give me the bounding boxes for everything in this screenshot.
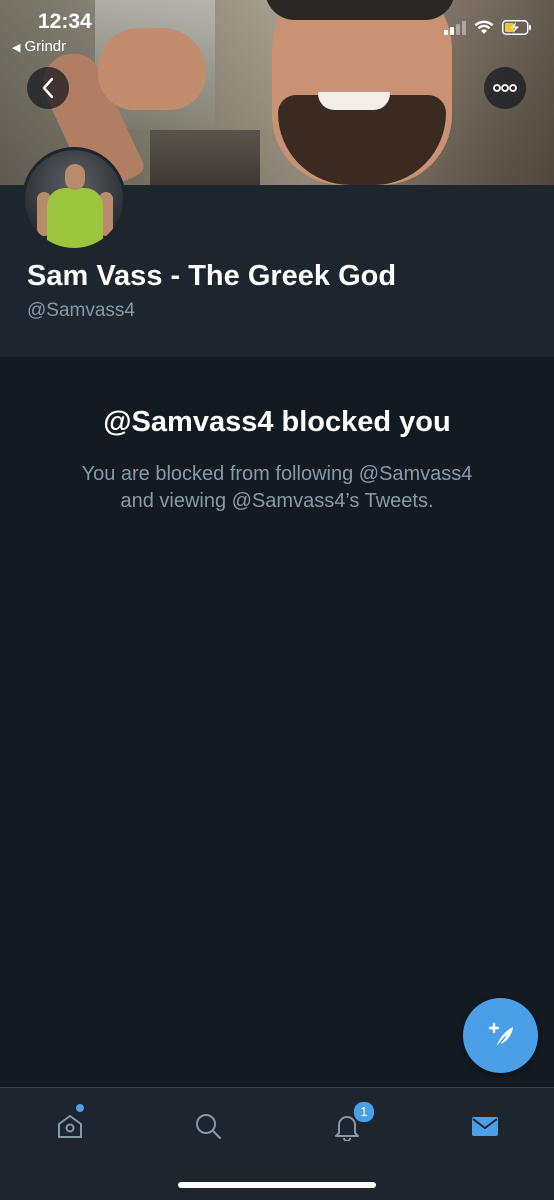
notifications-badge: 1 [353, 1101, 375, 1123]
envelope-icon [472, 1117, 498, 1136]
status-icons [444, 20, 532, 35]
wifi-icon [474, 20, 494, 34]
tab-search[interactable] [186, 1104, 230, 1148]
ellipsis-icon [493, 84, 517, 92]
status-back-to-app[interactable]: ◀ Grindr [12, 38, 66, 55]
profile-display-name: Sam Vass - The Greek God [27, 260, 397, 292]
status-time: 12:34 [38, 10, 92, 33]
tab-messages[interactable] [463, 1104, 507, 1148]
blocked-description-line1: You are blocked from following @Samvass4 [81, 463, 473, 485]
profile-handle: @Samvass4 [27, 300, 135, 321]
back-triangle-icon: ◀ [12, 42, 21, 54]
blocked-title: @Samvass4 blocked you [103, 406, 451, 438]
signal-icon [444, 20, 466, 35]
profile-screen: 12:34 ◀ Grindr Sam Vass - The Greek God … [0, 0, 554, 1200]
home-unread-dot [76, 1104, 84, 1112]
battery-charging-icon [502, 20, 531, 35]
search-icon [196, 1114, 221, 1139]
compose-tweet-button[interactable] [463, 998, 538, 1073]
blocked-description: You are blocked from following @Samvass4… [60, 461, 494, 515]
compose-tweet-icon [488, 1022, 513, 1049]
back-button[interactable] [27, 67, 69, 109]
home-indicator[interactable] [178, 1182, 376, 1188]
avatar[interactable] [22, 147, 126, 251]
blocked-description-line2: and viewing @Samvass4’s Tweets. [120, 490, 434, 512]
status-back-app-label: Grindr [24, 38, 67, 55]
chevron-left-icon [42, 77, 54, 99]
more-options-button[interactable] [484, 67, 526, 109]
home-icon [58, 1115, 82, 1138]
tab-notifications[interactable]: 1 [325, 1101, 375, 1148]
tab-home[interactable] [48, 1104, 92, 1148]
